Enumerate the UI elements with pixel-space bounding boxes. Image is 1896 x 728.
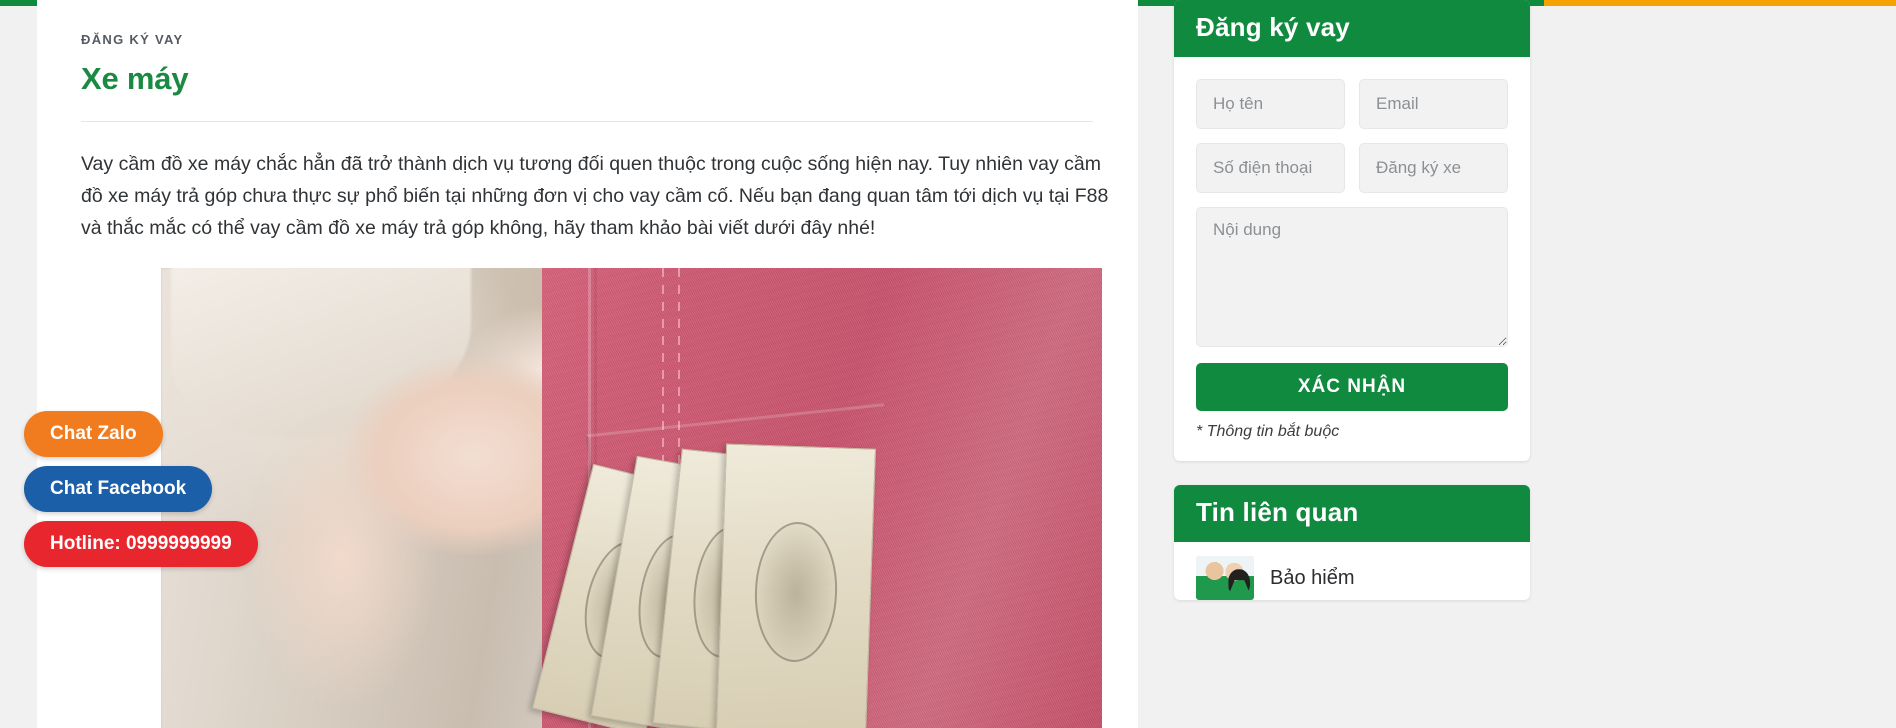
related-news-heading: Tin liên quan (1174, 485, 1530, 542)
sidebar: Đăng ký vay XÁC NHẬN * Thông tin bắt buộ… (1174, 0, 1530, 600)
loan-registration-form: XÁC NHẬN * Thông tin bắt buộc (1174, 57, 1530, 461)
email-input[interactable] (1359, 79, 1508, 129)
title-divider (81, 121, 1093, 122)
form-row-name-email (1196, 79, 1508, 129)
phone-input[interactable] (1196, 143, 1345, 193)
hotline-button[interactable]: Hotline: 0999999999 (24, 521, 258, 567)
article-card: ĐĂNG KÝ VAY Xe máy Vay cầm đồ xe máy chắ… (37, 0, 1138, 728)
floating-contact-stack: Chat Zalo Chat Facebook Hotline: 0999999… (24, 411, 258, 576)
loan-registration-heading: Đăng ký vay (1174, 0, 1530, 57)
hero-banknote (715, 443, 877, 728)
article-content: ĐĂNG KÝ VAY Xe máy Vay cầm đồ xe máy chắ… (37, 0, 1138, 728)
loan-registration-widget: Đăng ký vay XÁC NHẬN * Thông tin bắt buộ… (1174, 0, 1530, 461)
page-root: ĐĂNG KÝ VAY Xe máy Vay cầm đồ xe máy chắ… (0, 0, 1896, 728)
related-news-title: Bảo hiểm (1270, 567, 1355, 589)
list-item[interactable]: Bảo hiểm (1174, 542, 1530, 600)
chat-zalo-button[interactable]: Chat Zalo (24, 411, 163, 457)
chat-facebook-button[interactable]: Chat Facebook (24, 466, 213, 512)
fullname-input[interactable] (1196, 79, 1345, 129)
required-fields-note: * Thông tin bắt buộc (1196, 423, 1340, 440)
vehicle-registration-input[interactable] (1359, 143, 1508, 193)
page-title: Xe máy (81, 61, 189, 96)
related-news-widget: Tin liên quan Bảo hiểm (1174, 485, 1530, 600)
message-textarea[interactable] (1196, 207, 1508, 347)
article-hero-image (161, 268, 1102, 728)
submit-button[interactable]: XÁC NHẬN (1196, 363, 1508, 411)
article-eyebrow: ĐĂNG KÝ VAY (81, 32, 184, 47)
form-row-phone-vehicle (1196, 143, 1508, 193)
related-news-thumbnail (1196, 556, 1254, 600)
article-paragraph: Vay cầm đồ xe máy chắc hẳn đã trở thành … (81, 153, 1109, 239)
top-brand-bar-accent (1544, 0, 1896, 6)
